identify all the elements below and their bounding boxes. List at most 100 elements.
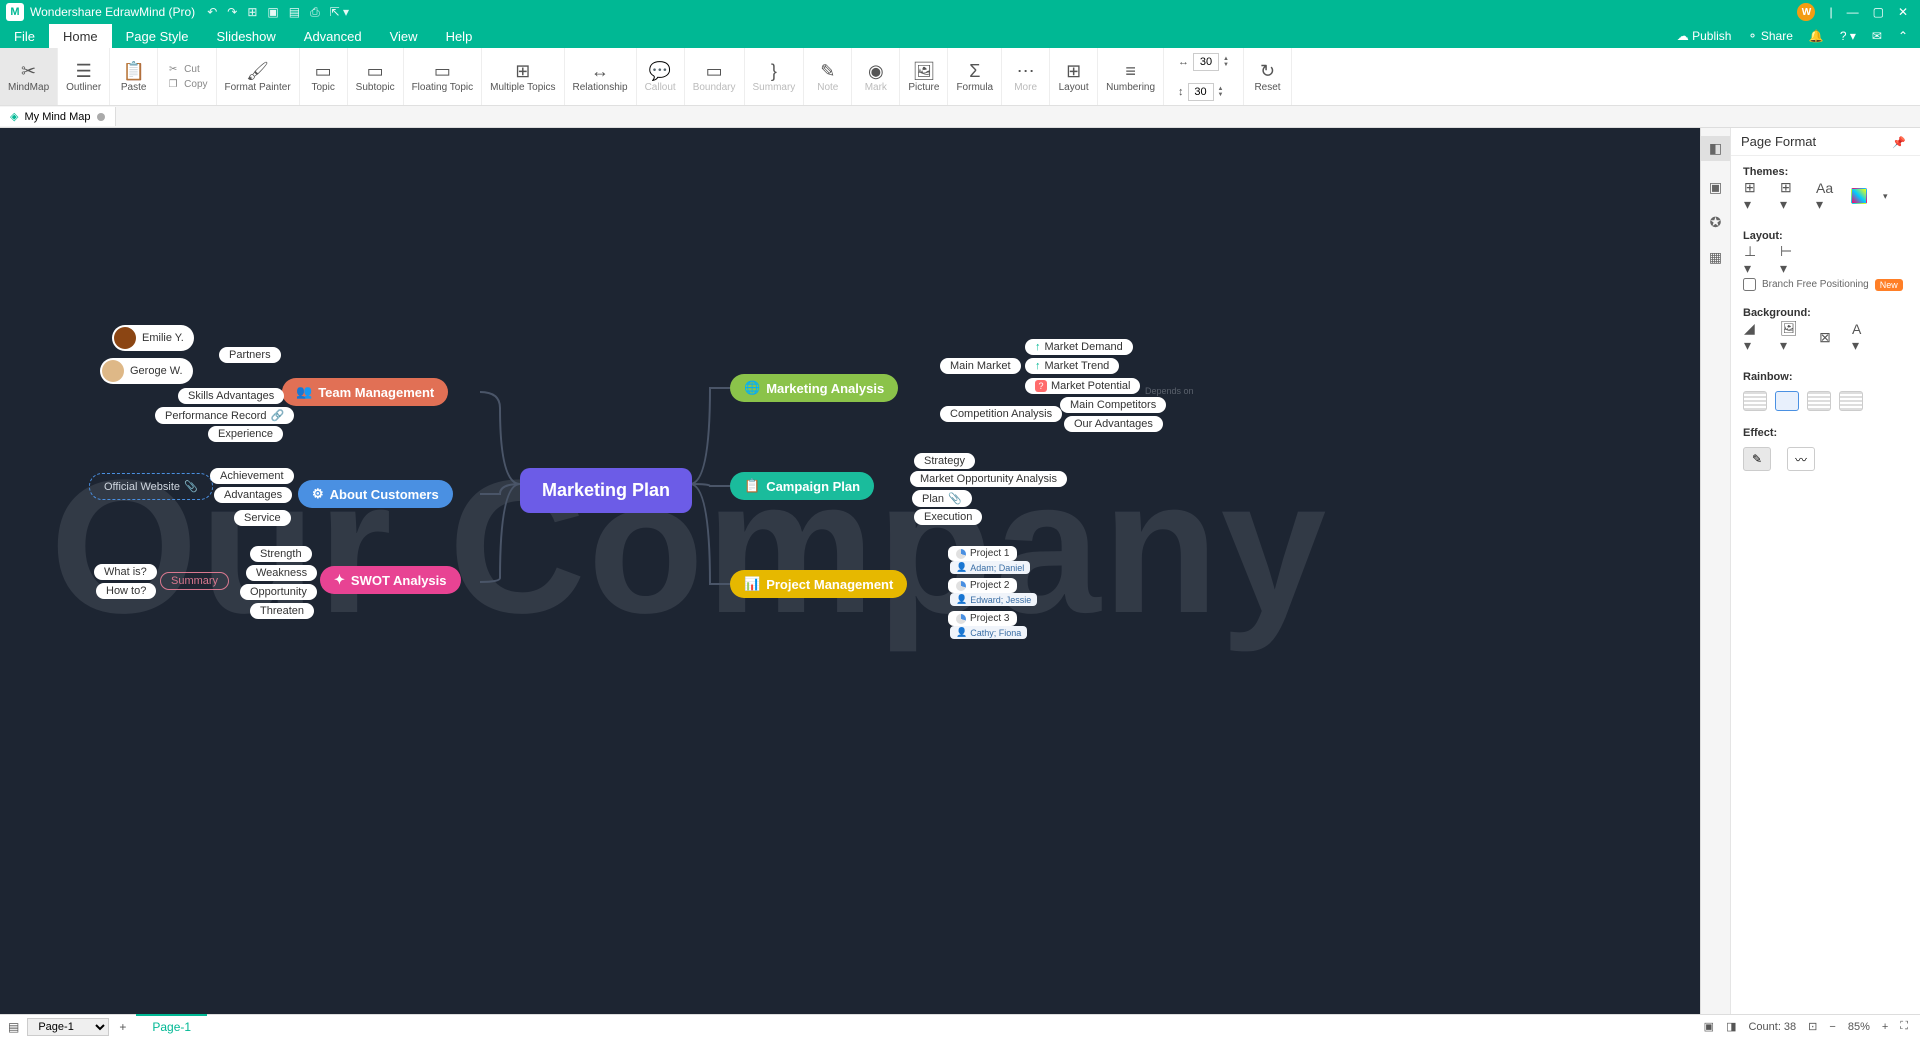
collapse-ribbon-icon[interactable]: ⌃ [1898,29,1908,43]
node-project-management[interactable]: 📊Project Management [730,570,907,598]
ribbon-more[interactable]: ⋯More [1002,48,1050,105]
ribbon-subtopic[interactable]: ▭Subtopic [348,48,404,105]
maximize-icon[interactable]: ▢ [1873,5,1884,19]
view-mode-1-icon[interactable]: ▣ [1704,1020,1714,1033]
canvas[interactable]: Our Company Marketing Plan 👥Team Managem… [0,128,1700,1014]
page-tab[interactable]: Page-1 [136,1014,207,1038]
ribbon-callout[interactable]: 💬Callout [637,48,685,105]
ribbon-note[interactable]: ✎Note [804,48,852,105]
node-how-to[interactable]: How to? [96,583,156,599]
menu-view[interactable]: View [376,24,432,48]
node-execution[interactable]: Execution [914,509,982,525]
menu-advanced[interactable]: Advanced [290,24,376,48]
ribbon-summary[interactable]: }Summary [745,48,805,105]
close-icon[interactable]: ✕ [1898,5,1908,19]
node-opportunity[interactable]: Opportunity [240,584,317,600]
node-team-management[interactable]: 👥Team Management [282,378,448,406]
ribbon-mark[interactable]: ◉Mark [852,48,900,105]
rainbow-opt-4[interactable] [1839,391,1863,411]
assignee-3[interactable]: 👤 Cathy; Fiona [950,626,1027,639]
node-competition[interactable]: Competition Analysis [940,406,1062,422]
assignee-2[interactable]: 👤 Edward; Jessie [950,593,1037,606]
ribbon-format-painter[interactable]: 🖌Format Painter [217,48,300,105]
print-icon[interactable]: ⎙ [310,5,320,20]
node-market-potential[interactable]: ?Market Potential [1025,378,1140,394]
node-advantages[interactable]: Advantages [214,487,292,503]
node-partners[interactable]: Partners [219,347,281,363]
pages-icon[interactable]: ▤ [8,1020,19,1034]
help-icon[interactable]: ? ▾ [1840,29,1856,43]
node-market-demand[interactable]: ↑Market Demand [1025,339,1133,355]
menu-slideshow[interactable]: Slideshow [203,24,290,48]
ribbon-multiple-topics[interactable]: ⊞Multiple Topics [482,48,564,105]
bg-remove-icon[interactable]: ⊠ [1815,327,1835,347]
menu-help[interactable]: Help [432,24,487,48]
ribbon-paste[interactable]: 📋Paste [110,48,158,105]
theme-font-icon[interactable]: Aa ▾ [1815,186,1835,206]
layout-branch-icon[interactable]: ⊢ ▾ [1779,250,1799,270]
tab-style-icon[interactable]: ▣ [1709,179,1722,196]
user-avatar[interactable]: W [1797,3,1815,21]
zoom-out-button[interactable]: − [1829,1021,1835,1033]
ribbon-relationship[interactable]: ↔Relationship [565,48,637,105]
node-strength[interactable]: Strength [250,546,312,562]
undo-icon[interactable]: ↶ [207,5,217,20]
node-person-george[interactable]: Geroge W. [100,358,193,384]
tab-page-format-icon[interactable]: ◧ [1701,136,1730,161]
effect-solid-icon[interactable]: ✎ [1743,447,1771,471]
menu-file[interactable]: File [0,24,49,48]
node-person-emilie[interactable]: Emilie Y. [112,325,194,351]
export-icon[interactable]: ⇱ ▾ [330,5,349,20]
node-market-trend[interactable]: ↑Market Trend [1025,358,1119,374]
assignee-1[interactable]: 👤 Adam; Daniel [950,561,1030,574]
node-achievement[interactable]: Achievement [210,468,294,484]
node-swot[interactable]: ✦SWOT Analysis [320,566,461,594]
rainbow-opt-2[interactable] [1775,391,1799,411]
node-what-is[interactable]: What is? [94,564,157,580]
theme-preset-2-icon[interactable]: ⊞ ▾ [1779,186,1799,206]
ribbon-mindmap[interactable]: ✂MindMap [0,48,58,105]
node-competitors[interactable]: Main Competitors [1060,397,1166,413]
node-project-2[interactable]: Project 2 [948,578,1017,593]
menu-home[interactable]: Home [49,24,112,48]
add-page-button[interactable]: + [119,1020,126,1034]
pin-icon[interactable]: 📌 [1892,136,1906,149]
ribbon-topic[interactable]: ▭Topic [300,48,348,105]
node-experience[interactable]: Experience [208,426,283,442]
share-button[interactable]: ⚬ Share [1747,29,1792,43]
node-project-1[interactable]: Project 1 [948,546,1017,561]
rainbow-opt-1[interactable] [1743,391,1767,411]
bg-image-icon[interactable]: 🖼 ▾ [1779,327,1799,347]
save-icon[interactable]: ▤ [289,5,300,20]
node-service[interactable]: Service [234,510,291,526]
node-plan[interactable]: Plan 📎 [912,490,972,507]
node-official-website[interactable]: Official Website 📎 [92,476,210,497]
view-mode-2-icon[interactable]: ◨ [1726,1020,1736,1033]
rainbow-opt-3[interactable] [1807,391,1831,411]
branch-free-checkbox[interactable]: Branch Free Positioning New [1743,278,1908,291]
theme-color-icon[interactable] [1851,188,1867,204]
ribbon-height-spinner[interactable]: ↕▲▼ [1170,77,1237,107]
node-strategy[interactable]: Strategy [914,453,975,469]
ribbon-formula[interactable]: ΣFormula [948,48,1002,105]
node-campaign-plan[interactable]: 📋Campaign Plan [730,472,874,500]
layout-tree-icon[interactable]: ⊥ ▾ [1743,250,1763,270]
theme-preset-1-icon[interactable]: ⊞ ▾ [1743,186,1763,206]
ribbon-cut[interactable]: ✂Cut [164,62,209,77]
ribbon-numbering[interactable]: ≡Numbering [1098,48,1164,105]
page-selector[interactable]: Page-1 [27,1018,109,1036]
publish-button[interactable]: ☁ Publish [1677,29,1732,43]
zoom-in-button[interactable]: + [1882,1021,1888,1033]
node-about-customers[interactable]: ⚙About Customers [298,480,453,508]
node-marketing-analysis[interactable]: 🌐Marketing Analysis [730,374,898,402]
open-icon[interactable]: ▣ [267,5,278,20]
node-moa[interactable]: Market Opportunity Analysis [910,471,1067,487]
central-topic[interactable]: Marketing Plan [520,468,692,513]
ribbon-copy[interactable]: ❐Copy [164,77,209,92]
fit-icon[interactable]: ⊡ [1808,1020,1817,1033]
notifications-icon[interactable]: 🔔 [1809,29,1824,43]
ribbon-boundary[interactable]: ▭Boundary [685,48,745,105]
ribbon-outliner[interactable]: ☰Outliner [58,48,110,105]
node-summary[interactable]: Summary [160,572,229,590]
doc-tab[interactable]: ◈ My Mind Map [0,107,116,126]
